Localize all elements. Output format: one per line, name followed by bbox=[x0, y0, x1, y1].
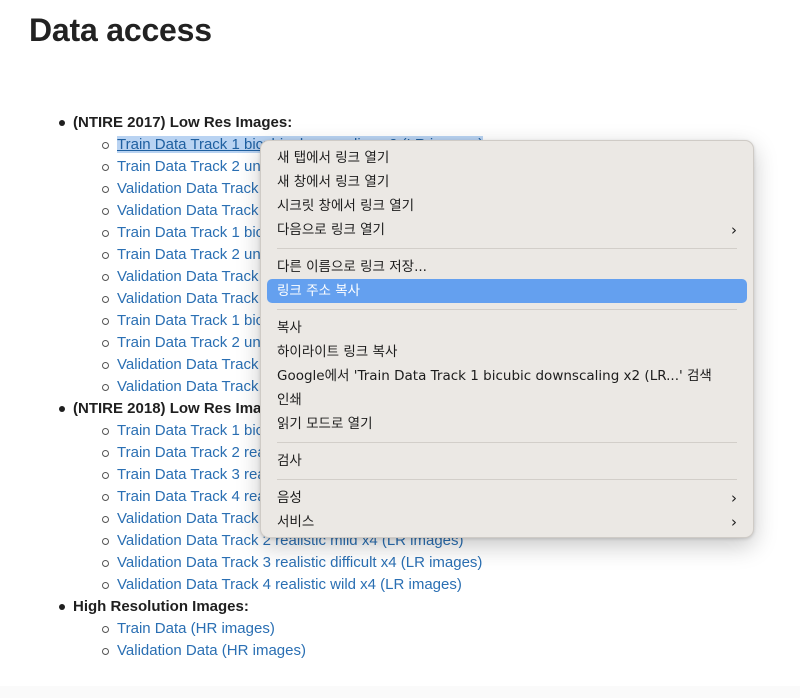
menu-separator bbox=[277, 442, 737, 443]
context-menu-item[interactable]: 링크 주소 복사 bbox=[267, 279, 747, 303]
context-menu-item[interactable]: Google에서 'Train Data Track 1 bicubic dow… bbox=[267, 364, 747, 388]
data-download-link[interactable]: Validation Data Track 4 realistic wild x… bbox=[117, 576, 462, 593]
page-bottom-strip bbox=[0, 686, 800, 698]
context-menu-item[interactable]: 서비스 › bbox=[267, 510, 747, 534]
context-menu-item[interactable]: 읽기 모드로 열기 bbox=[267, 412, 747, 436]
menu-item-label: 인쇄 bbox=[277, 392, 302, 408]
chevron-right-icon: › bbox=[731, 489, 737, 507]
context-menu: 새 탭에서 링크 열기새 창에서 링크 열기시크릿 창에서 링크 열기다음으로 … bbox=[260, 140, 754, 538]
section-heading: High Resolution Images: bbox=[0, 596, 800, 618]
context-menu-item[interactable]: 다른 이름으로 링크 저장... bbox=[267, 255, 747, 279]
menu-item-label: 읽기 모드로 열기 bbox=[277, 416, 373, 432]
context-menu-item[interactable]: 새 창에서 링크 열기 bbox=[267, 170, 747, 194]
menu-item-label: 시크릿 창에서 링크 열기 bbox=[277, 198, 415, 214]
menu-item-label: 하이라이트 링크 복사 bbox=[277, 344, 398, 360]
context-menu-item[interactable]: 새 탭에서 링크 열기 bbox=[267, 146, 747, 170]
menu-item-label: 새 탭에서 링크 열기 bbox=[277, 150, 390, 166]
list-item: Validation Data (HR images) bbox=[0, 640, 800, 662]
context-menu-item[interactable]: 하이라이트 링크 복사 bbox=[267, 340, 747, 364]
context-menu-item[interactable]: 시크릿 창에서 링크 열기 bbox=[267, 194, 747, 218]
context-menu-item[interactable]: 음성 › bbox=[267, 486, 747, 510]
context-menu-item[interactable]: 복사 bbox=[267, 316, 747, 340]
section-2: High Resolution Images: Train Data (HR im… bbox=[0, 596, 800, 662]
menu-item-label: 다음으로 링크 열기 bbox=[277, 222, 385, 238]
chevron-right-icon: › bbox=[731, 221, 737, 239]
list-item: Validation Data Track 4 realistic wild x… bbox=[0, 574, 800, 596]
menu-item-label: 복사 bbox=[277, 320, 302, 336]
chevron-right-icon: › bbox=[731, 513, 737, 531]
section-heading: (NTIRE 2017) Low Res Images: bbox=[0, 112, 800, 134]
data-download-link[interactable]: Train Data (HR images) bbox=[117, 620, 275, 637]
menu-separator bbox=[277, 479, 737, 480]
menu-item-label: 음성 bbox=[277, 490, 302, 506]
section-link-list: Train Data (HR images) Validation Data (H… bbox=[0, 618, 800, 662]
menu-item-label: 새 창에서 링크 열기 bbox=[277, 174, 390, 190]
context-menu-item[interactable]: 인쇄 bbox=[267, 388, 747, 412]
list-item: Validation Data Track 3 realistic diffic… bbox=[0, 552, 800, 574]
context-menu-item[interactable]: 검사 bbox=[267, 449, 747, 473]
menu-separator bbox=[277, 248, 737, 249]
list-item: Train Data (HR images) bbox=[0, 618, 800, 640]
data-download-link[interactable]: Validation Data Track 3 realistic diffic… bbox=[117, 554, 482, 571]
menu-item-label: 링크 주소 복사 bbox=[277, 283, 361, 299]
data-download-link[interactable]: Validation Data (HR images) bbox=[117, 642, 306, 659]
menu-item-label: 검사 bbox=[277, 453, 302, 469]
menu-item-label: 다른 이름으로 링크 저장... bbox=[277, 259, 427, 275]
menu-separator bbox=[277, 309, 737, 310]
menu-item-label: Google에서 'Train Data Track 1 bicubic dow… bbox=[277, 368, 712, 384]
menu-item-label: 서비스 bbox=[277, 514, 315, 530]
page-title: Data access bbox=[29, 12, 212, 48]
context-menu-item[interactable]: 다음으로 링크 열기 › bbox=[267, 218, 747, 242]
